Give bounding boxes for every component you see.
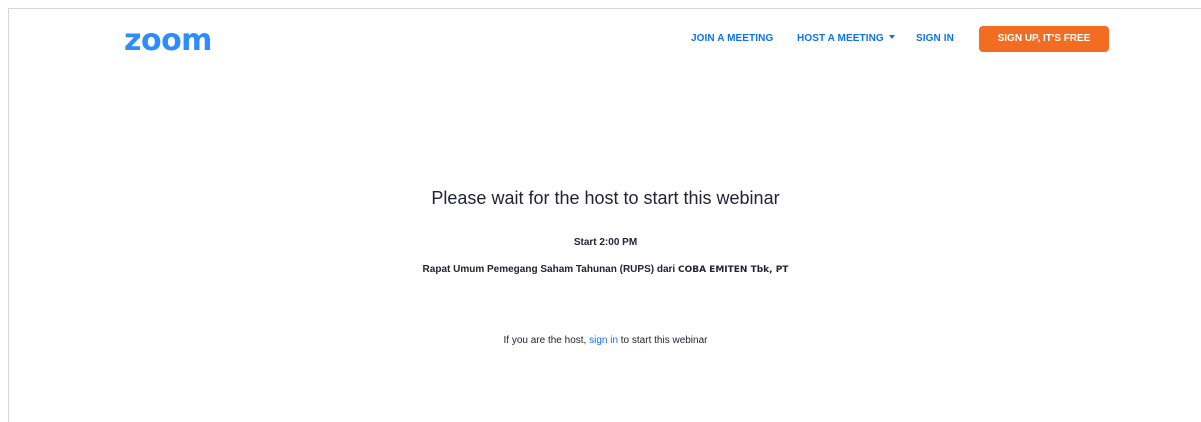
webinar-start-time: Start 2:00 PM: [573, 237, 638, 248]
zoom-logo[interactable]: zoom: [124, 21, 212, 61]
sign-up-label: SIGN UP, IT'S FREE: [997, 33, 1091, 44]
host-signin-prompt: If you are the host, sign in to start th…: [9, 334, 1201, 348]
webinar-topic-text: Rapat Umum Pemegang Saham Tahunan (RUPS)…: [422, 264, 676, 275]
host-prompt-after: to start this webinar: [620, 335, 708, 346]
host-meeting-dropdown[interactable]: HOST A MEETING: [797, 26, 895, 52]
page-title: Please wait for the host to start this w…: [431, 188, 780, 208]
host-meeting-label: HOST A MEETING: [797, 33, 884, 44]
host-sign-in-link[interactable]: sign in: [589, 335, 618, 346]
sign-in-label: SIGN IN: [916, 33, 954, 44]
webinar-topic: Rapat Umum Pemegang Saham Tahunan (RUPS)…: [9, 263, 1201, 277]
chevron-down-icon: [888, 35, 895, 40]
page-frame: zoom JOIN A MEETING HOST A MEETING SIGN …: [8, 8, 1201, 422]
host-prompt-before: If you are the host,: [503, 335, 587, 346]
sign-up-button[interactable]: SIGN UP, IT'S FREE: [979, 26, 1109, 52]
webinar-company: COBA EMITEN Tbk, PT: [677, 265, 789, 275]
sign-in-link[interactable]: SIGN IN: [916, 26, 954, 52]
join-meeting-link[interactable]: JOIN A MEETING: [691, 26, 773, 52]
join-meeting-label: JOIN A MEETING: [691, 33, 774, 44]
